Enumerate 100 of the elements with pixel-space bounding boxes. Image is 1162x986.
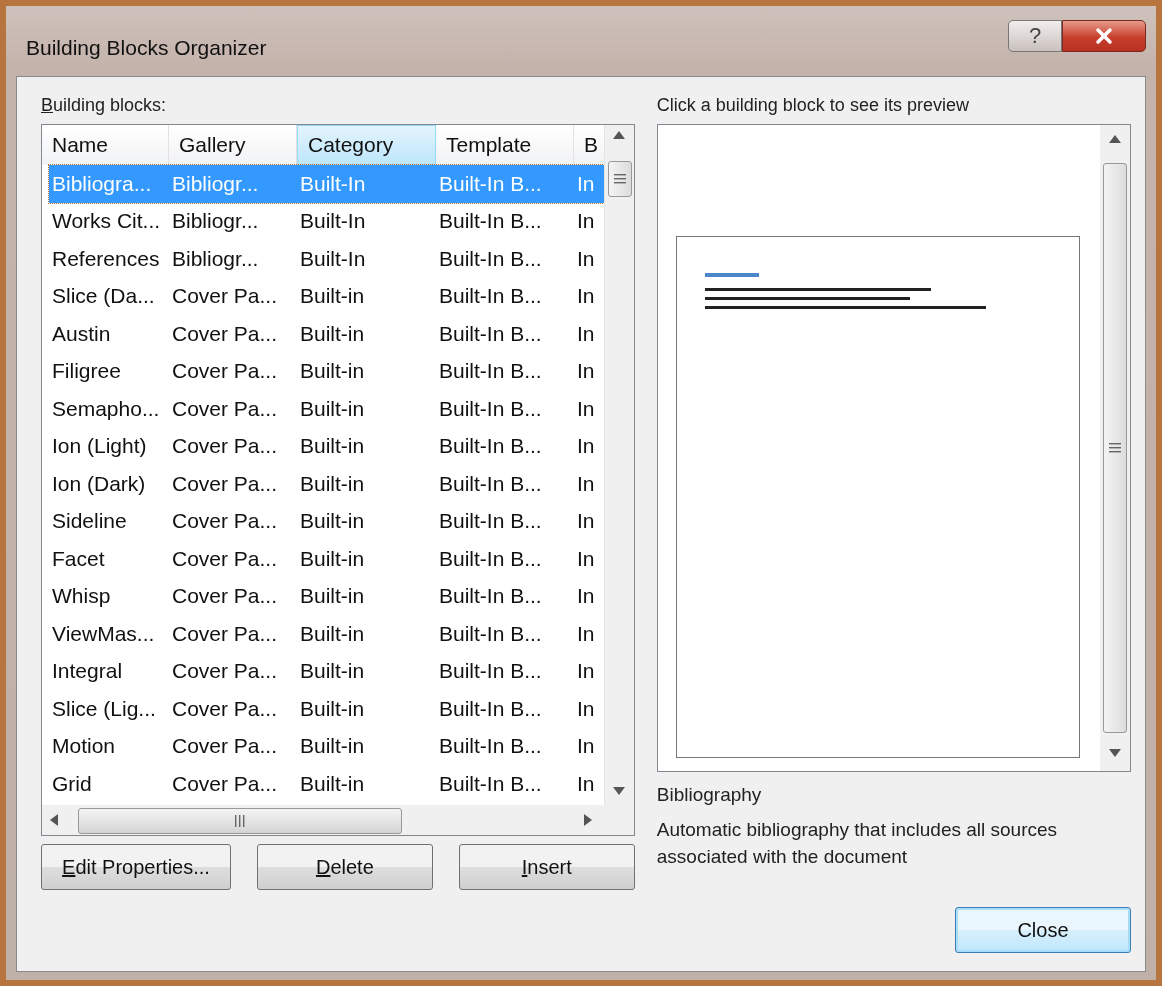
table-cell-text: Built-in — [299, 320, 366, 347]
table-cell-text: Cover Pa... — [171, 658, 279, 685]
table-cell-text: Ion (Light) — [51, 433, 148, 460]
list-row[interactable]: Semapho... Cover Pa... Built-in Built-In B... In — [49, 390, 604, 428]
table-cell-text: In — [576, 583, 596, 610]
table-cell-text: Built-In B... — [438, 433, 543, 460]
delete-button[interactable]: Delete — [256, 844, 433, 890]
grip-icon — [613, 173, 626, 185]
table-cell-text: In — [576, 170, 596, 197]
scroll-thumb[interactable] — [1103, 163, 1127, 733]
window-title: Building Blocks Organizer — [26, 36, 267, 60]
table-cell-text: Cover Pa... — [171, 695, 279, 722]
list-row[interactable]: Facet Cover Pa... Built-in Built-In B... In — [49, 540, 604, 578]
table-cell-text: Built-in — [299, 395, 366, 422]
table-cell-text: Cover Pa... — [171, 545, 279, 572]
table-cell-text: In — [576, 395, 596, 422]
list-row[interactable]: Austin Cover Pa... Built-in Built-In B... In — [49, 315, 604, 353]
vertical-scrollbar[interactable] — [603, 125, 634, 805]
table-cell-text: Cover Pa... — [171, 508, 279, 535]
table-cell-text: Cover Pa... — [171, 733, 279, 760]
table-cell-text: Sideline — [51, 508, 128, 535]
close-button[interactable] — [1062, 20, 1146, 52]
table-cell-text: Semapho... — [51, 395, 161, 422]
table-cell-text: ViewMas... — [51, 620, 156, 647]
list-row[interactable]: Filigree Cover Pa... Built-in Built-In B... In — [49, 352, 604, 390]
table-cell-text: Cover Pa... — [171, 433, 279, 460]
scroll-thumb[interactable] — [78, 808, 402, 834]
table-cell-text: Built-In B... — [438, 358, 543, 385]
insert-button[interactable]: Insert — [458, 844, 635, 890]
table-cell-text: Built-In B... — [438, 208, 543, 235]
table-cell-text: Built-in — [299, 545, 366, 572]
list-row[interactable]: Slice (Lig... Cover Pa... Built-in Built-In B... In — [49, 690, 604, 728]
table-cell-text: Slice (Da... — [51, 283, 156, 310]
list-row[interactable]: Works Cit... Bibliogr... Built-In Built-In B... In — [49, 202, 604, 240]
table-cell-text: Facet — [51, 545, 106, 572]
table-cell-text: Built-in — [299, 470, 366, 497]
list-label: Building blocks: — [41, 95, 168, 116]
list-row[interactable]: Grid Cover Pa... Built-in Built-In B... In — [49, 765, 604, 803]
list-row[interactable]: Whisp Cover Pa... Built-in Built-In B... In — [49, 577, 604, 615]
column-header[interactable]: Name — [42, 125, 169, 165]
preview-scrollbar[interactable] — [1100, 125, 1130, 771]
table-cell-text: Ion (Dark) — [51, 470, 147, 497]
table-cell-text: Built-In B... — [438, 770, 543, 797]
table-cell-text: Motion — [51, 733, 117, 760]
table-cell-text: Works Cit... — [51, 208, 162, 235]
table-cell-text: Bibliogr... — [171, 170, 260, 197]
block-description: Automatic bibliography that includes all sources associated with the document — [656, 818, 1059, 869]
table-cell-text: Built-In B... — [438, 658, 543, 685]
table-cell-text: In — [576, 620, 596, 647]
column-header[interactable]: Gallery — [169, 125, 297, 165]
table-cell-text: In — [576, 770, 596, 797]
table-cell-text: In — [576, 208, 596, 235]
list-row[interactable]: Motion Cover Pa... Built-in Built-In B... In — [49, 727, 604, 765]
table-cell-text: In — [576, 470, 596, 497]
horizontal-scrollbar[interactable] — [42, 805, 604, 835]
table-cell-text: In — [576, 433, 596, 460]
list-row[interactable]: Sideline Cover Pa... Built-in Built-In B... In — [49, 502, 604, 540]
table-cell-text: Built-In B... — [438, 508, 543, 535]
table-cell-text: In — [576, 283, 596, 310]
list-row[interactable]: ViewMas... Cover Pa... Built-in Built-In B... In — [49, 615, 604, 653]
list-row[interactable]: Ion (Dark) Cover Pa... Built-in Built-In B... In — [49, 465, 604, 503]
preview-label: Click a building block to see its preview — [656, 95, 970, 116]
table-cell-text: In — [576, 358, 596, 385]
table-cell-text: Filigree — [51, 358, 122, 385]
table-cell-text: Cover Pa... — [171, 770, 279, 797]
help-button[interactable]: ? — [1008, 20, 1062, 52]
table-cell-text: Built-In B... — [438, 545, 543, 572]
table-cell-text: Built-in — [299, 433, 366, 460]
table-cell-text: Built-In B... — [438, 320, 543, 347]
edit-properties-button[interactable]: Edit Properties... — [41, 844, 231, 890]
column-header[interactable]: Category — [297, 125, 436, 165]
table-cell-text: Built-In B... — [438, 170, 543, 197]
table-cell-text: In — [576, 245, 596, 272]
table-cell-text: In — [576, 733, 596, 760]
table-cell-text: In — [576, 320, 596, 347]
table-cell-text: Cover Pa... — [171, 320, 279, 347]
table-cell-text: References — [51, 245, 161, 272]
table-cell-text: Built-In B... — [438, 733, 543, 760]
table-cell-text: Built-in — [299, 733, 366, 760]
list-row[interactable]: References Bibliogr... Built-In Built-In B... In — [49, 240, 604, 278]
table-cell-text: Built-In B... — [438, 583, 543, 610]
table-cell-text: In — [576, 508, 596, 535]
list-row[interactable]: Integral Cover Pa... Built-in Built-In B... In — [49, 652, 604, 690]
list-row[interactable]: Slice (Da... Cover Pa... Built-in Built-In B... In — [49, 277, 604, 315]
scroll-thumb[interactable] — [607, 161, 632, 197]
close-dialog-button[interactable]: Close — [955, 907, 1131, 953]
grip-icon — [234, 815, 246, 827]
column-header[interactable]: Template — [436, 125, 574, 165]
table-cell-text: Built-in — [299, 658, 366, 685]
table-cell-text: Grid — [51, 770, 93, 797]
table-cell-text: Cover Pa... — [171, 358, 279, 385]
table-cell-text: Built-in — [299, 508, 366, 535]
table-cell-text: Bibliogr... — [171, 245, 260, 272]
table-cell-text: Built-In B... — [438, 620, 543, 647]
table-cell-text: Built-In — [299, 170, 367, 197]
table-cell-text: Built-In — [299, 245, 367, 272]
table-cell-text: Built-in — [299, 770, 366, 797]
list-row[interactable]: Ion (Light) Cover Pa... Built-in Built-In B... In — [49, 427, 604, 465]
table-cell-text: Austin — [51, 320, 112, 347]
table-cell-text: Bibliogra... — [51, 170, 153, 197]
